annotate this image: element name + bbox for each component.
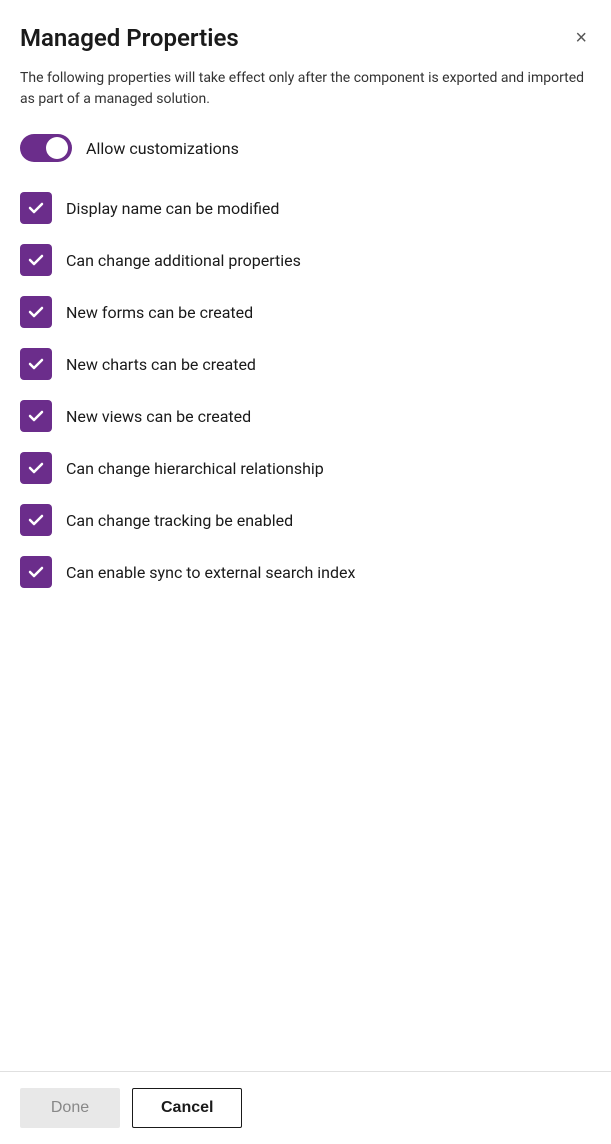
checkmark-icon	[27, 251, 45, 269]
checkbox-label-tracking: Can change tracking be enabled	[66, 511, 293, 530]
checkbox-row-sync-search: Can enable sync to external search index	[20, 546, 591, 598]
checkbox-additional-props[interactable]	[20, 244, 52, 276]
toggle-slider	[20, 134, 72, 162]
dialog-title: Managed Properties	[20, 24, 239, 52]
checkbox-label-new-views: New views can be created	[66, 407, 251, 426]
checkbox-row-additional-props: Can change additional properties	[20, 234, 591, 286]
allow-customizations-toggle[interactable]	[20, 134, 72, 162]
toggle-row: Allow customizations	[20, 134, 591, 162]
checkbox-label-additional-props: Can change additional properties	[66, 251, 301, 270]
dialog-content: Managed Properties × The following prope…	[0, 0, 611, 1071]
checkbox-display-name[interactable]	[20, 192, 52, 224]
checkbox-row-new-charts: New charts can be created	[20, 338, 591, 390]
toggle-label: Allow customizations	[86, 139, 239, 158]
checkbox-sync-search[interactable]	[20, 556, 52, 588]
checkbox-label-new-forms: New forms can be created	[66, 303, 253, 322]
dialog-footer: Done Cancel	[0, 1071, 611, 1144]
checkmark-icon	[27, 199, 45, 217]
close-button[interactable]: ×	[571, 24, 591, 52]
checkbox-row-new-forms: New forms can be created	[20, 286, 591, 338]
checkbox-list: Display name can be modified Can change …	[20, 182, 591, 598]
checkbox-tracking[interactable]	[20, 504, 52, 536]
checkbox-new-views[interactable]	[20, 400, 52, 432]
checkbox-label-hierarchical: Can change hierarchical relationship	[66, 459, 324, 478]
checkbox-row-display-name: Display name can be modified	[20, 182, 591, 234]
checkmark-icon	[27, 407, 45, 425]
cancel-button[interactable]: Cancel	[132, 1088, 242, 1128]
checkbox-hierarchical[interactable]	[20, 452, 52, 484]
done-button[interactable]: Done	[20, 1088, 120, 1128]
managed-properties-dialog: Managed Properties × The following prope…	[0, 0, 611, 1144]
checkmark-icon	[27, 459, 45, 477]
checkbox-new-charts[interactable]	[20, 348, 52, 380]
checkmark-icon	[27, 355, 45, 373]
dialog-header: Managed Properties ×	[20, 24, 591, 52]
checkbox-row-hierarchical: Can change hierarchical relationship	[20, 442, 591, 494]
checkbox-label-display-name: Display name can be modified	[66, 199, 279, 218]
checkmark-icon	[27, 563, 45, 581]
checkbox-row-new-views: New views can be created	[20, 390, 591, 442]
checkbox-label-sync-search: Can enable sync to external search index	[66, 563, 355, 582]
checkbox-label-new-charts: New charts can be created	[66, 355, 256, 374]
checkmark-icon	[27, 303, 45, 321]
checkmark-icon	[27, 511, 45, 529]
checkbox-row-tracking: Can change tracking be enabled	[20, 494, 591, 546]
dialog-description: The following properties will take effec…	[20, 68, 591, 110]
checkbox-new-forms[interactable]	[20, 296, 52, 328]
